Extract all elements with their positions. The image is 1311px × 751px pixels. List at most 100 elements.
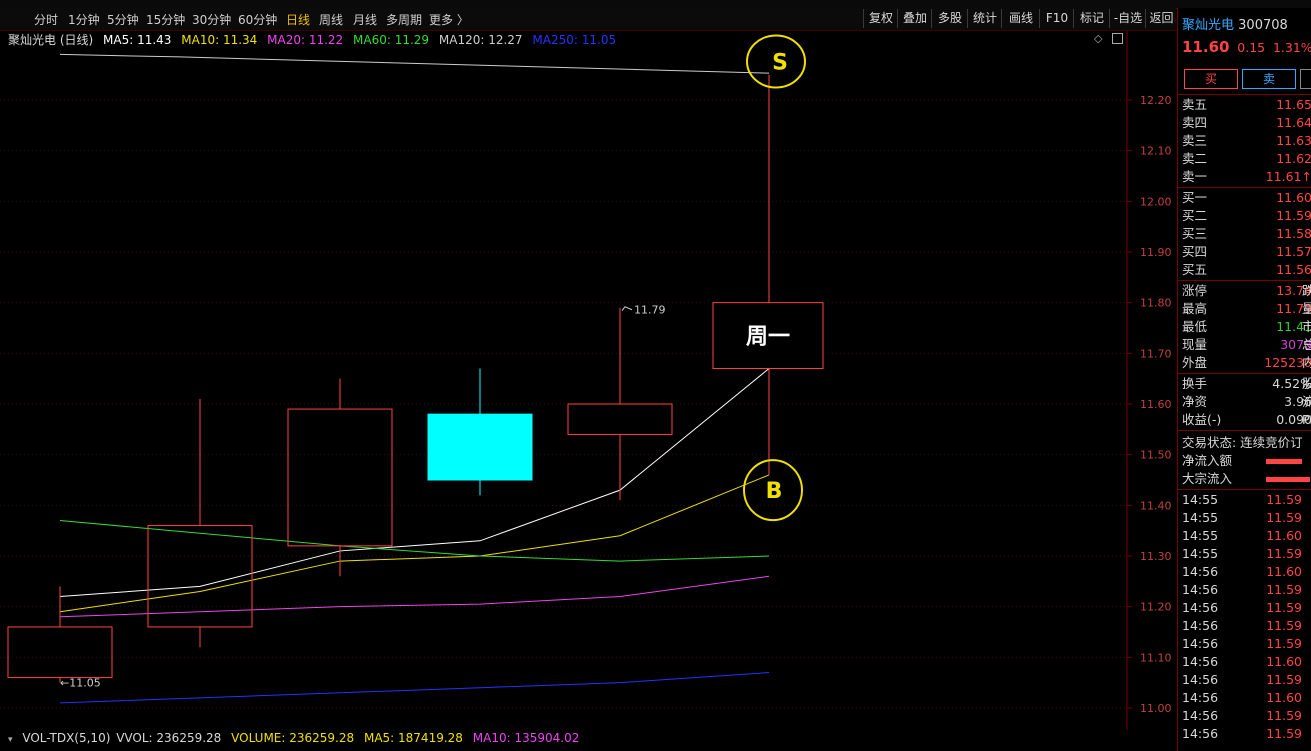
y-tick-label: 11.80 (1140, 297, 1172, 310)
y-tick-label: 12.20 (1140, 94, 1172, 107)
tick-row-label: 14:56 (1182, 618, 1219, 633)
ask-row-label: 卖三 (1182, 133, 1208, 148)
tick-row: 14:55 11.59 (1182, 509, 1311, 527)
ma60-value: MA60: 11.29 (353, 33, 430, 47)
tick-row-label: 14:56 (1182, 726, 1219, 741)
candle-body (427, 413, 533, 481)
ma5-value: MA5: 11.43 (103, 33, 172, 47)
tick-row-value: 11.59 (1266, 672, 1302, 687)
y-tick-label: 11.70 (1140, 347, 1172, 360)
tick-row-value: 11.60 (1266, 654, 1302, 669)
tick-row-value: 11.59 (1266, 492, 1302, 507)
volume-header: ▾ VOL-TDX(5,10) VVOL: 236259.28 VOLUME: … (8, 731, 585, 749)
ask-row-value: 11.63 (1276, 133, 1311, 148)
overlay-button[interactable]: 叠加 (897, 9, 932, 28)
period-5min[interactable]: 5分钟 (107, 11, 139, 28)
tick-row-value: 11.59 (1266, 618, 1302, 633)
f10-button[interactable]: F10 (1039, 9, 1074, 28)
more-trade-button[interactable] (1300, 69, 1311, 89)
draw-line-button[interactable]: 画线 (1001, 9, 1040, 28)
y-tick-label: 11.00 (1140, 702, 1172, 715)
bid-row-value: 11.58 (1276, 226, 1311, 241)
tick-row-label: 14:56 (1182, 708, 1219, 723)
fund-row-extra: 流 (1302, 394, 1311, 409)
stat-row-extra: 总 (1302, 337, 1311, 352)
y-tick-label: 12.00 (1140, 195, 1172, 208)
tick-row: 14:56 11.59 (1182, 581, 1311, 599)
tick-row-value: 11.59 (1266, 546, 1302, 561)
panel-divider (1178, 373, 1311, 374)
net-inflow-label: 净流入额 (1182, 453, 1233, 468)
signal-box-label: 周一 (746, 325, 790, 350)
candle-body (7, 626, 113, 679)
last-price: 11.60 (1182, 38, 1230, 56)
multi-stock-button[interactable]: 多股 (931, 9, 968, 28)
period-1min[interactable]: 1分钟 (68, 11, 100, 28)
kline-chart[interactable]: 周一 S B 11.79 ←11.05 12.20 12.10 12.00 11.90 11.8… (0, 30, 1176, 730)
buy-button[interactable]: 买 (1184, 69, 1238, 89)
tick-row: 14:56 11.59 (1182, 707, 1311, 725)
period-30min[interactable]: 30分钟 (192, 11, 231, 28)
tick-row-value: 11.59 (1266, 582, 1302, 597)
volume-value: VOLUME: 236259.28 (231, 731, 355, 745)
stock-title: 聚灿光电 (日线) (8, 33, 94, 47)
stat-row: 涨停 13.74 跌 (1182, 282, 1311, 300)
tick-row: 14:56 11.59 (1182, 671, 1311, 689)
bid-row-label: 买三 (1182, 226, 1208, 241)
stat-row-extra: 市 (1302, 319, 1311, 334)
bid-row: 买五 11.56 (1182, 261, 1311, 279)
mark-button[interactable]: 标记 (1073, 9, 1110, 28)
ma10-value: MA10: 11.34 (181, 33, 258, 47)
sell-button[interactable]: 卖 (1242, 69, 1296, 89)
period-15min[interactable]: 15分钟 (146, 11, 185, 28)
price-row: 11.60 0.15 1.31% (1182, 38, 1311, 56)
bid-row: 买二 11.59 (1182, 207, 1311, 225)
stat-row: 最高 11.79 量 (1182, 300, 1311, 318)
maximize-icon[interactable] (1112, 33, 1123, 44)
ask-row-label: 卖五 (1182, 97, 1208, 112)
period-monthly[interactable]: 月线 (353, 11, 377, 28)
net-inflow-bar (1266, 459, 1302, 464)
bid-row-value: 11.57 (1276, 244, 1311, 259)
tick-row-label: 14:56 (1182, 564, 1219, 579)
period-toolbar: 分时 1分钟 5分钟 15分钟 30分钟 60分钟 日线 周线 月线 多周期 更… (0, 8, 1176, 31)
period-daily[interactable]: 日线 (286, 11, 310, 28)
ask-row: 卖四 11.64 (1182, 114, 1311, 132)
ma-lines (59, 53, 770, 704)
stat-row-extra: 量 (1302, 301, 1311, 316)
high-label: 11.79 (634, 304, 666, 317)
tick-row-value: 11.59 (1266, 510, 1302, 525)
tick-row: 14:56 11.60 (1182, 653, 1311, 671)
y-tick-label: 11.60 (1140, 398, 1172, 411)
ma120-value: MA120: 12.27 (438, 33, 523, 47)
tick-row-value: 11.60 (1266, 528, 1302, 543)
stat-row-label: 最高 (1182, 301, 1208, 316)
bid-row-label: 买四 (1182, 244, 1208, 259)
stat-row-value: 13.74 (1276, 283, 1311, 298)
fund-row: 收益(-) 0.090PE (1182, 411, 1311, 429)
period-more[interactable]: 更多 〉 (429, 11, 469, 28)
period-fenshi[interactable]: 分时 (34, 11, 58, 28)
ma-line-ma5 (59, 368, 770, 598)
back-button[interactable]: 返回 (1145, 9, 1177, 28)
diamond-icon[interactable]: ◇ (1094, 32, 1102, 45)
period-weekly[interactable]: 周线 (319, 11, 343, 28)
stat-row: 外盘 125230 内 (1182, 354, 1311, 372)
period-multi[interactable]: 多周期 (386, 11, 422, 28)
fund-row-value: 4.52% (1272, 376, 1311, 391)
stock-code: 300708 (1238, 18, 1288, 33)
tick-row-label: 14:55 (1182, 510, 1219, 525)
fund-row-value: 3.96 (1284, 394, 1311, 409)
fund-row-label: 换手 (1182, 376, 1208, 391)
y-tick-label: 11.50 (1140, 449, 1172, 462)
tick-row-value: 11.60 (1266, 564, 1302, 579)
tick-row-label: 14:56 (1182, 654, 1219, 669)
stats-button[interactable]: 统计 (967, 9, 1002, 28)
tick-row: 14:56 11.59 (1182, 725, 1311, 743)
quote-header: 聚灿光电 300708 (1182, 14, 1288, 33)
fuquan-button[interactable]: 复权 (863, 9, 898, 28)
add-watchlist-button[interactable]: -自选 (1109, 9, 1146, 28)
period-60min[interactable]: 60分钟 (238, 11, 277, 28)
high-arrow-icon (621, 306, 633, 312)
volume-collapse-icon[interactable]: ▾ (8, 735, 13, 745)
